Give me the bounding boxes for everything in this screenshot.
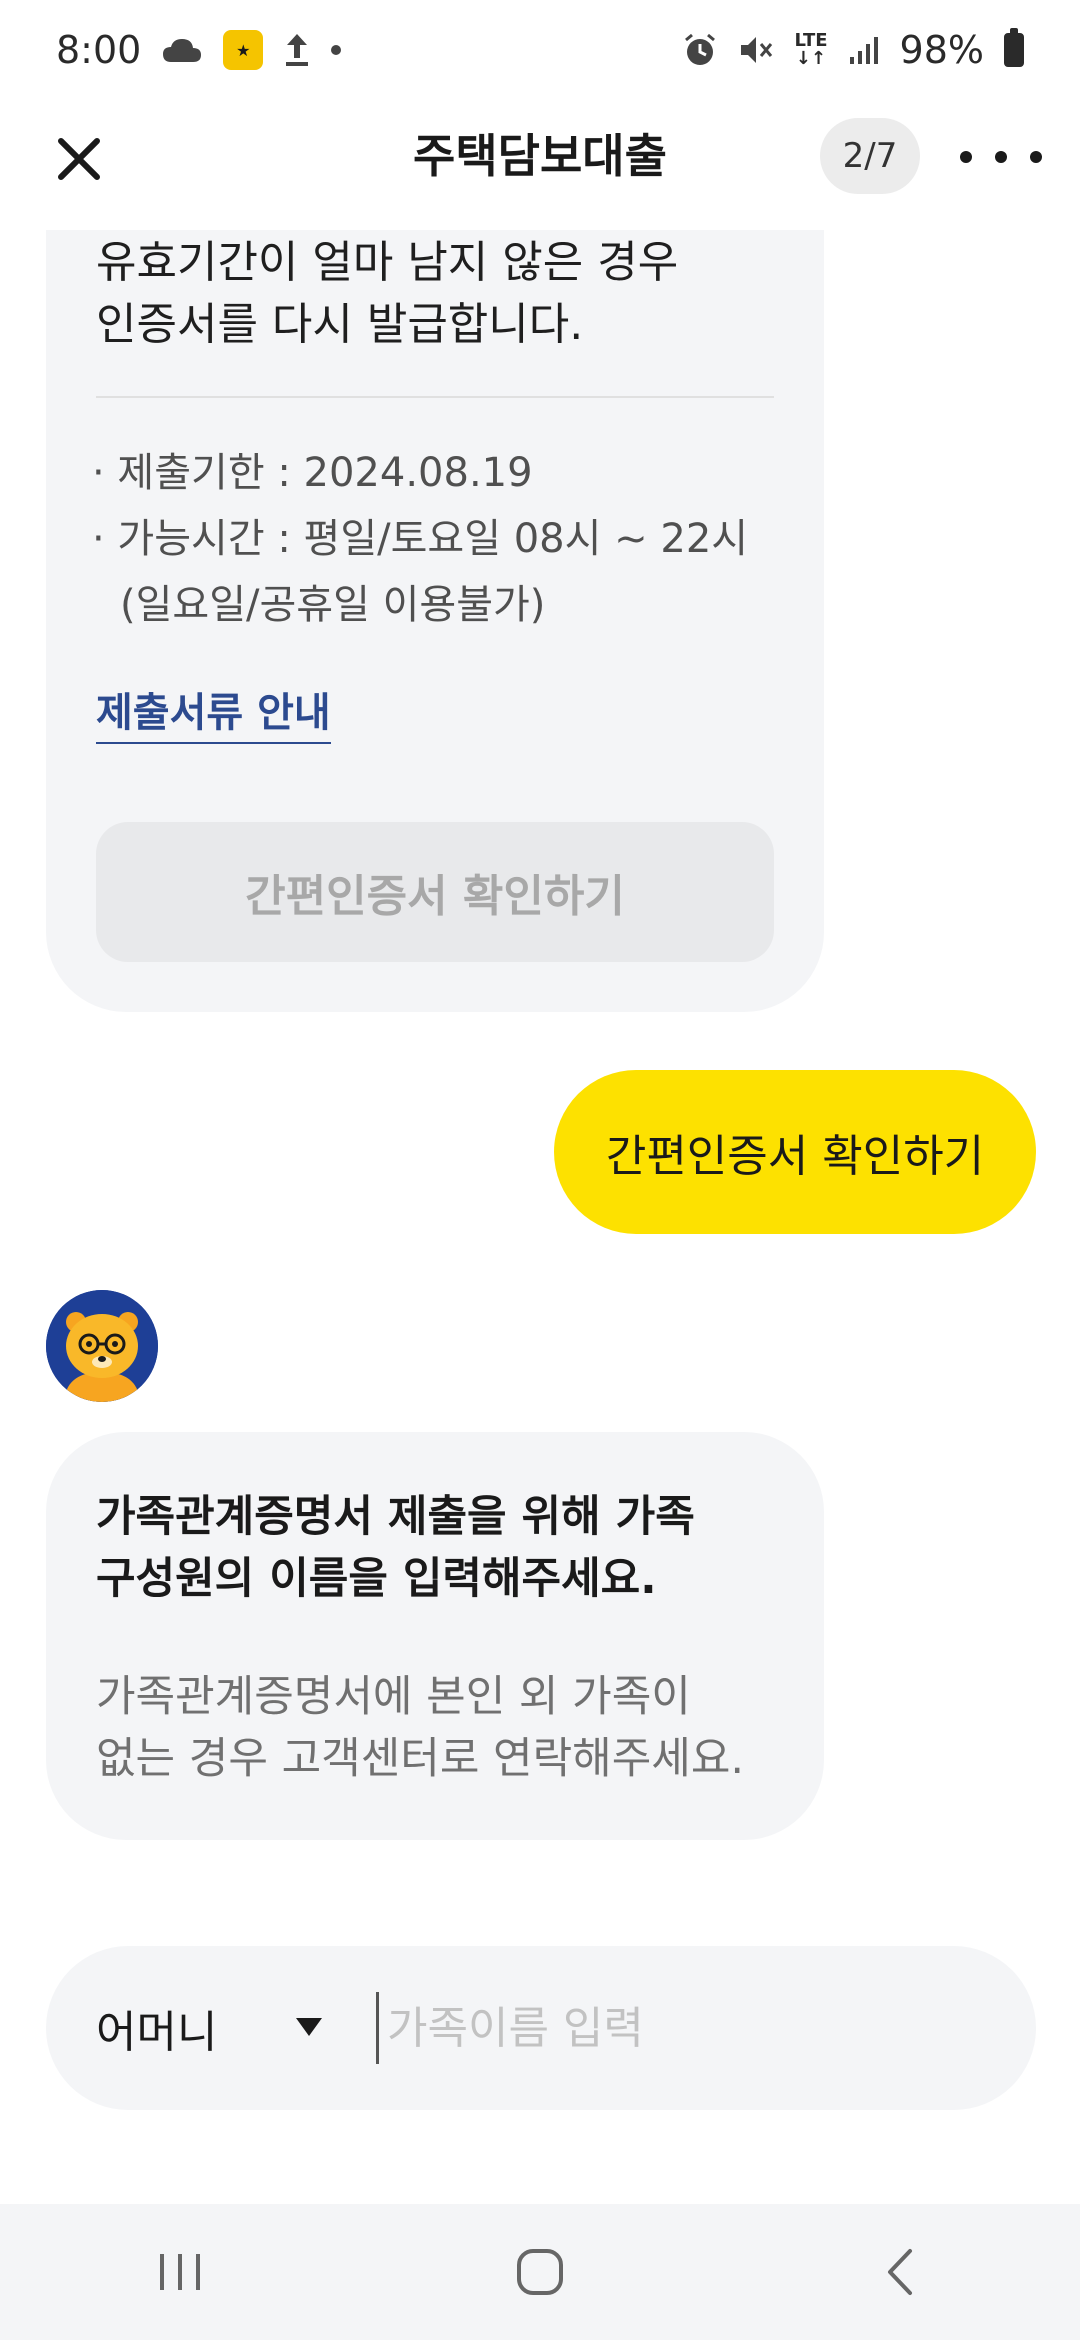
app-header: 주택담보대출 2/7	[0, 100, 1080, 230]
upload-icon	[283, 32, 311, 68]
bot-message-description: 가족관계증명서에 본인 외 가족이 없는 경우 고객센터로 연락해주세요.	[96, 1666, 744, 1790]
relation-dropdown[interactable]: 어머니	[96, 1946, 376, 2110]
mute-icon	[738, 33, 774, 67]
avatar	[46, 1290, 158, 1402]
back-icon	[888, 2249, 912, 2295]
bot-title-line2: 구성원의 이름을 입력해주세요.	[96, 1554, 657, 1604]
relation-value: 어머니	[96, 2007, 218, 2058]
back-button[interactable]	[840, 2222, 960, 2322]
confirm-cert-button-disabled[interactable]: 간편인증서 확인하기	[96, 822, 774, 962]
screen: 8:00 ★ LTE ↓↑ 98% 유효기간이 얼마 남지 않은 경우 인증서를…	[0, 0, 1080, 2340]
home-icon	[517, 2249, 563, 2295]
battery-percent: 98%	[899, 28, 984, 72]
bear-character-icon	[46, 1290, 158, 1402]
signal-icon	[848, 35, 880, 65]
status-time: 8:00	[56, 28, 142, 72]
bot-title-line1: 가족관계증명서 제출을 위해 가족	[96, 1492, 695, 1542]
more-icon-dot	[995, 151, 1007, 163]
info-list: · 제출기한 : 2024.08.19 · 가능시간 : 평일/토요일 08시 …	[92, 440, 748, 638]
more-button[interactable]	[960, 132, 1042, 182]
lte-icon: LTE ↓↑	[794, 32, 827, 68]
step-indicator: 2/7	[820, 118, 920, 194]
info-text-line2: 인증서를 다시 발급합니다.	[96, 299, 584, 350]
cloud-icon	[161, 36, 203, 64]
info-text-line1: 유효기간이 얼마 남지 않은 경우	[96, 237, 679, 288]
recent-apps-button[interactable]	[120, 2222, 240, 2322]
info-bubble-text: 유효기간이 얼마 남지 않은 경우 인증서를 다시 발급합니다.	[96, 232, 678, 356]
user-message-bubble: 간편인증서 확인하기	[554, 1070, 1036, 1234]
dropdown-arrow-icon[interactable]	[296, 2018, 322, 2036]
more-icon-dot	[960, 151, 972, 163]
app-notification-icon: ★	[223, 30, 264, 70]
status-right: LTE ↓↑ 98%	[682, 28, 1024, 72]
family-name-input[interactable]	[376, 1992, 976, 2064]
home-button[interactable]	[480, 2222, 600, 2322]
dot-icon	[331, 45, 342, 55]
system-navigation-bar	[0, 2204, 1080, 2340]
divider	[96, 396, 774, 398]
alarm-icon	[682, 32, 718, 68]
bot-message-title: 가족관계증명서 제출을 위해 가족 구성원의 이름을 입력해주세요.	[96, 1486, 695, 1610]
recent-apps-icon	[160, 2254, 200, 2290]
bot-desc-line1: 가족관계증명서에 본인 외 가족이	[96, 1672, 691, 1722]
status-bar: 8:00 ★ LTE ↓↑ 98%	[0, 0, 1080, 100]
more-icon-dot	[1030, 151, 1042, 163]
data-arrows-icon: ↓↑	[795, 48, 827, 69]
status-left: 8:00 ★	[56, 28, 342, 72]
family-input-bar: 어머니	[46, 1946, 1036, 2110]
info-bubble: 유효기간이 얼마 남지 않은 경우 인증서를 다시 발급합니다. · 제출기한 …	[46, 180, 824, 1012]
bot-desc-line2: 없는 경우 고객센터로 연락해주세요.	[96, 1734, 745, 1784]
hours-text: · 가능시간 : 평일/토요일 08시 ~ 22시	[92, 516, 749, 562]
documents-guide-link[interactable]: 제출서류 안내	[96, 680, 331, 744]
hours-note-text: (일요일/공휴일 이용불가)	[120, 582, 546, 628]
bot-message-bubble: 가족관계증명서 제출을 위해 가족 구성원의 이름을 입력해주세요. 가족관계증…	[46, 1432, 824, 1840]
deadline-text: · 제출기한 : 2024.08.19	[92, 450, 533, 496]
battery-icon	[1004, 28, 1024, 67]
